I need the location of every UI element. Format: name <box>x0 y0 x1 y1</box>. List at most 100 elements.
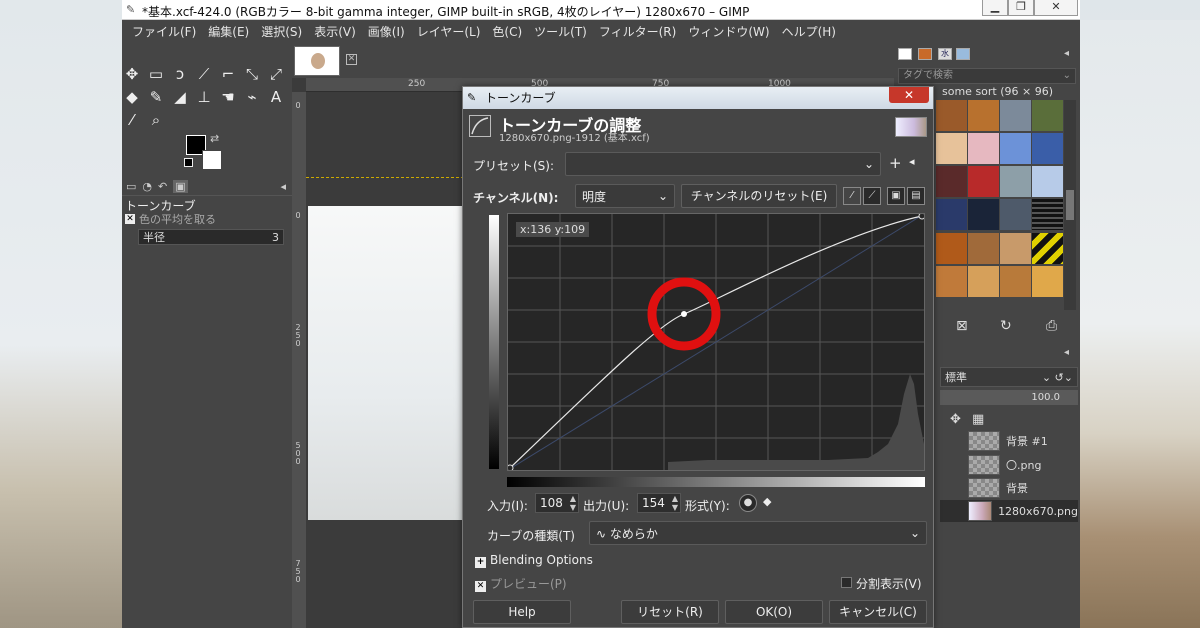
lock-alpha-icon[interactable]: ▦ <box>972 412 984 427</box>
menu-filters[interactable]: フィルター(R) <box>593 23 682 40</box>
image-icon[interactable]: ▤ <box>907 187 925 205</box>
smooth-point-icon[interactable]: ● <box>739 494 757 512</box>
transform-tool-icon[interactable]: ⤡ <box>242 64 262 84</box>
pattern-swatch[interactable] <box>1032 166 1063 198</box>
scroll-thumb[interactable] <box>1066 190 1074 220</box>
maximize-button[interactable]: ❐ <box>1008 0 1034 16</box>
ok-button[interactable]: OK(O) <box>725 600 823 624</box>
curve-svg[interactable] <box>508 214 924 470</box>
rect-select-tool-icon[interactable]: ▭ <box>146 64 166 84</box>
corner-point-icon[interactable]: ◆ <box>763 495 771 508</box>
pattern-swatch[interactable] <box>1032 133 1063 165</box>
menu-windows[interactable]: ウィンドウ(W) <box>682 23 775 40</box>
spin-arrows-icon[interactable]: ▲ ▼ <box>672 494 678 512</box>
smudge-tool-icon[interactable]: ☚ <box>218 87 238 107</box>
menu-edit[interactable]: 編集(E) <box>202 23 255 40</box>
bucket-fill-tool-icon[interactable]: ◆ <box>122 87 142 107</box>
device-status-tab-icon[interactable]: ◔ <box>142 180 152 193</box>
menu-tools[interactable]: ツール(T) <box>528 23 593 40</box>
pattern-swatch[interactable] <box>936 199 967 231</box>
pattern-swatch[interactable] <box>1032 100 1063 131</box>
pattern-swatch[interactable] <box>1032 232 1063 264</box>
crop-tool-icon[interactable]: ⌐ <box>218 64 238 84</box>
menu-file[interactable]: ファイル(F) <box>126 23 202 40</box>
split-view-option[interactable]: 分割表示(V) <box>841 575 922 592</box>
image-canvas[interactable] <box>308 206 478 520</box>
opacity-spinbutton[interactable]: 100.0 <box>940 390 1078 405</box>
preset-menu-icon[interactable]: ◂ <box>909 155 915 168</box>
text-tool-icon[interactable]: A <box>266 87 286 107</box>
pattern-swatch[interactable] <box>1032 199 1063 231</box>
minimize-button[interactable]: ▁ <box>982 0 1008 16</box>
tool-options-tab-icon[interactable]: ▭ <box>126 180 136 193</box>
sample-average-checkbox[interactable]: ✕ <box>125 214 135 224</box>
layer-row-selected[interactable]: 1280x670.png <box>940 500 1078 522</box>
pattern-swatch[interactable] <box>1000 133 1031 165</box>
pattern-swatch[interactable] <box>1000 265 1031 297</box>
layer-row[interactable]: 背景 <box>940 477 1078 499</box>
image-tab-close-icon[interactable]: ✕ <box>346 54 357 65</box>
pattern-swatch[interactable] <box>968 133 999 165</box>
paths-tool-icon[interactable]: ⌁ <box>242 87 262 107</box>
menu-view[interactable]: 表示(V) <box>308 23 362 40</box>
pattern-swatch[interactable] <box>936 232 967 264</box>
brushes-tab-icon[interactable] <box>898 48 912 60</box>
pattern-swatch[interactable] <box>936 166 967 198</box>
input-spinbutton[interactable]: 108 ▲ ▼ <box>535 493 579 513</box>
eraser-tool-icon[interactable]: ◢ <box>170 87 190 107</box>
layer-row[interactable]: 〇.png <box>940 454 1078 476</box>
cancel-button[interactable]: キャンセル(C) <box>829 600 927 624</box>
curve-type-select[interactable]: ∿ なめらか ⌄ <box>589 521 927 545</box>
menu-help[interactable]: ヘルプ(H) <box>776 23 842 40</box>
preset-select[interactable]: ⌄ <box>565 152 881 176</box>
curve-graph[interactable]: x:136 y:109 <box>507 213 925 471</box>
pattern-swatch[interactable] <box>936 265 967 297</box>
patterns-tab-icon[interactable] <box>918 48 932 60</box>
chevron-down-icon[interactable]: ⌄ <box>1063 69 1071 83</box>
pattern-swatch[interactable] <box>1000 232 1031 264</box>
dock-menu-icon[interactable]: ◂ <box>280 180 286 193</box>
dock-menu-icon[interactable]: ◂ <box>1064 48 1069 59</box>
swap-colors-icon[interactable]: ⇄ <box>210 132 219 145</box>
curve-point[interactable] <box>918 214 924 220</box>
pattern-scrollbar[interactable] <box>1064 100 1076 310</box>
background-color-swatch[interactable] <box>202 150 222 170</box>
default-colors-icon[interactable] <box>184 158 193 167</box>
dock-menu-icon[interactable]: ◂ <box>1064 347 1069 358</box>
pattern-swatch[interactable] <box>1032 265 1063 297</box>
pattern-swatch[interactable] <box>936 133 967 165</box>
menu-image[interactable]: 画像(I) <box>362 23 411 40</box>
pattern-swatch[interactable] <box>936 100 967 131</box>
menu-layer[interactable]: レイヤー(L) <box>411 23 487 40</box>
pattern-swatch[interactable] <box>968 166 999 198</box>
warp-tool-icon[interactable]: ⤢ <box>266 64 286 84</box>
log-histogram-icon[interactable]: ⟋ <box>863 187 881 205</box>
help-button[interactable]: Help <box>473 600 571 624</box>
curve-point-selected[interactable] <box>681 311 687 317</box>
image-tab-thumbnail[interactable] <box>294 46 340 76</box>
dialog-close-button[interactable]: ✕ <box>889 87 929 103</box>
pattern-swatch[interactable] <box>968 199 999 231</box>
curve-point[interactable] <box>508 464 514 470</box>
lock-position-icon[interactable]: ✥ <box>950 412 961 427</box>
color-picker-tool-icon[interactable]: ⁄ <box>122 110 142 130</box>
channel-select[interactable]: 明度 ⌄ <box>575 184 675 208</box>
undo-history-tab-icon[interactable]: ↶ <box>158 180 167 193</box>
layer-row[interactable]: 背景 #1 <box>940 430 1078 452</box>
refresh-icon[interactable]: ↻ <box>1000 318 1012 334</box>
channel-reset-button[interactable]: チャンネルのリセット(E) <box>681 184 837 208</box>
radius-spinbutton[interactable]: 半径 3 <box>138 229 284 245</box>
fuzzy-select-tool-icon[interactable]: ⟋ <box>194 64 214 84</box>
delete-pattern-icon[interactable]: ⊠ <box>956 318 968 334</box>
pattern-swatch[interactable] <box>968 232 999 264</box>
reset-button[interactable]: リセット(R) <box>621 600 719 624</box>
menu-colors[interactable]: 色(C) <box>486 23 528 40</box>
split-view-checkbox[interactable] <box>841 577 852 588</box>
preview-option[interactable]: ✕ プレビュー(P) <box>475 575 567 592</box>
move-tool-icon[interactable]: ✥ <box>122 64 142 84</box>
spin-arrows-icon[interactable]: ▲ ▼ <box>570 494 576 512</box>
image-icon[interactable]: ▣ <box>887 187 905 205</box>
lasso-tool-icon[interactable]: ↄ <box>170 64 190 84</box>
zoom-tool-icon[interactable]: ⌕ <box>146 110 166 130</box>
menu-select[interactable]: 選択(S) <box>255 23 308 40</box>
